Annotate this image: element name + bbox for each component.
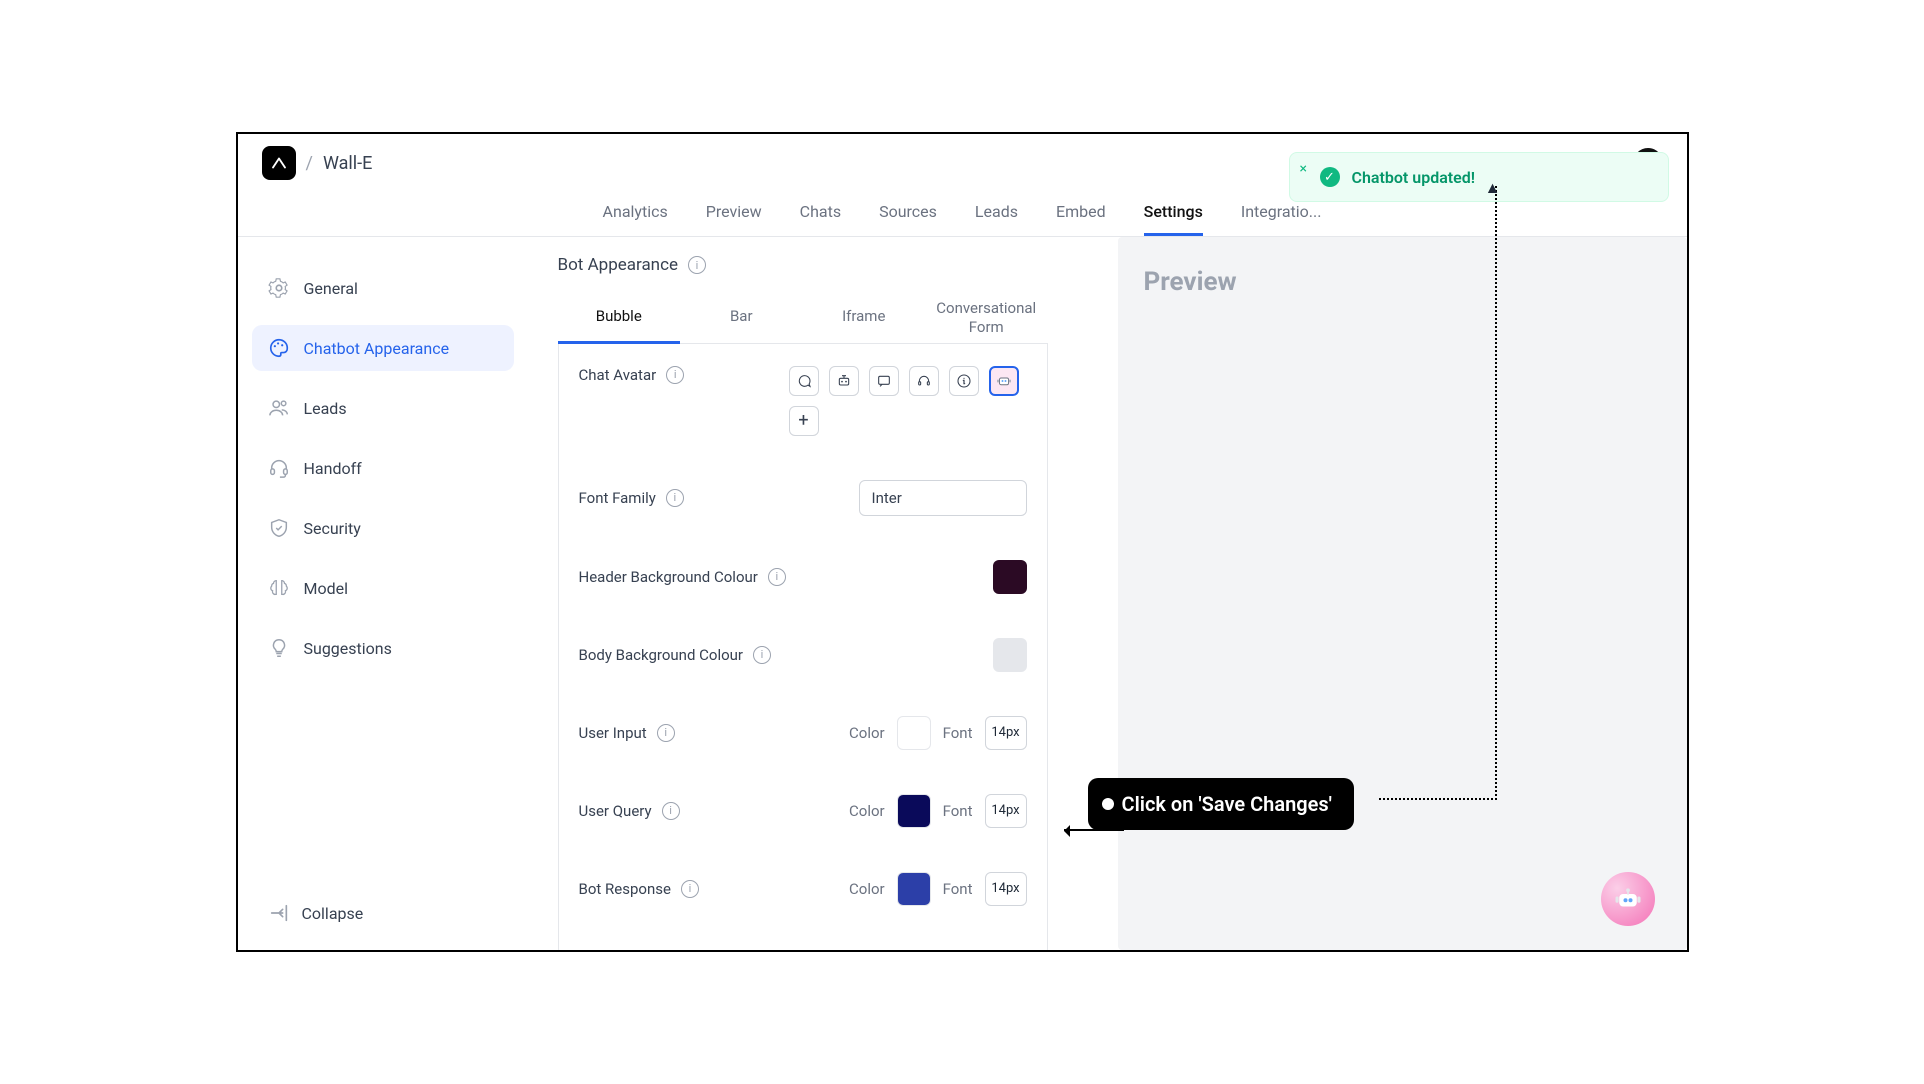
sidebar-collapse[interactable]: Collapse <box>252 890 514 936</box>
user-input-color-swatch[interactable] <box>897 716 931 750</box>
nav-analytics[interactable]: Analytics <box>603 202 668 236</box>
body-bg-swatch[interactable] <box>993 638 1027 672</box>
toast-success: × ✓ Chatbot updated! <box>1289 152 1669 202</box>
nav-settings[interactable]: Settings <box>1144 202 1203 236</box>
sidebar-item-label: Security <box>304 519 361 538</box>
settings-sidebar: General Chatbot Appearance Leads Handoff… <box>238 237 528 950</box>
sidebar-item-label: Leads <box>304 399 347 418</box>
dotted-connector <box>1495 186 1497 800</box>
nav-sources[interactable]: Sources <box>879 202 937 236</box>
arrow-up-icon: ▲ <box>1485 178 1501 198</box>
bot-response-font-select[interactable]: 14px <box>985 872 1027 906</box>
dotted-connector <box>1379 798 1497 800</box>
breadcrumb-sep: / <box>306 153 313 174</box>
label-chat-avatar: Chat Avatar <box>579 366 657 384</box>
subtab-conversational-form[interactable]: ConversationalForm <box>925 295 1048 343</box>
check-icon: ✓ <box>1320 167 1340 187</box>
sidebar-item-label: Handoff <box>304 459 362 478</box>
nav-embed[interactable]: Embed <box>1056 202 1106 236</box>
bot-name[interactable]: Wall-E <box>323 153 372 174</box>
label-bot-response: Bot Response <box>579 880 671 898</box>
toast-close-icon[interactable]: × <box>1300 161 1307 177</box>
preview-title: Preview <box>1144 267 1661 297</box>
info-icon[interactable]: i <box>657 724 675 742</box>
avatar-option-robot[interactable] <box>829 366 859 396</box>
sidebar-item-suggestions[interactable]: Suggestions <box>252 625 514 671</box>
sidebar-item-label: Chatbot Appearance <box>304 339 450 358</box>
label-font-family: Font Family <box>579 489 656 507</box>
users-icon <box>268 397 290 419</box>
info-icon[interactable]: i <box>666 366 684 384</box>
callout-text: Click on 'Save Changes' <box>1122 792 1332 816</box>
info-icon[interactable]: i <box>688 256 706 274</box>
sidebar-item-label: Suggestions <box>304 639 392 658</box>
section-title-text: Bot Appearance <box>558 255 679 275</box>
shield-icon <box>268 517 290 539</box>
preview-pane: Preview <box>1118 237 1687 950</box>
label-header-bg: Header Background Colour <box>579 568 758 586</box>
sidebar-item-security[interactable]: Security <box>252 505 514 551</box>
nav-integrations[interactable]: Integratio... <box>1241 202 1322 236</box>
sidebar-item-label: General <box>304 279 358 298</box>
info-icon[interactable]: i <box>753 646 771 664</box>
avatar-option-chat[interactable] <box>789 366 819 396</box>
label-color: Color <box>849 880 885 898</box>
avatar-option-square[interactable] <box>869 366 899 396</box>
chat-bubble-fab[interactable] <box>1601 872 1655 926</box>
sidebar-item-leads[interactable]: Leads <box>252 385 514 431</box>
toast-message: Chatbot updated! <box>1352 168 1476 187</box>
palette-icon <box>268 337 290 359</box>
label-color: Color <box>849 802 885 820</box>
appearance-panel: Chat Avatar i + <box>558 344 1048 953</box>
nav-leads[interactable]: Leads <box>975 202 1018 236</box>
gear-icon <box>268 277 290 299</box>
avatar-picker: + <box>789 366 1027 436</box>
subtab-bar[interactable]: Bar <box>680 295 803 343</box>
avatar-option-info[interactable] <box>949 366 979 396</box>
label-user-query: User Query <box>579 802 652 820</box>
subtab-iframe[interactable]: Iframe <box>803 295 926 343</box>
bot-response-color-swatch[interactable] <box>897 872 931 906</box>
appearance-subtabs: Bubble Bar Iframe ConversationalForm <box>558 295 1048 344</box>
lightbulb-icon <box>268 637 290 659</box>
label-font: Font <box>943 880 973 898</box>
label-body-bg: Body Background Colour <box>579 646 744 664</box>
collapse-icon <box>268 902 290 924</box>
headset-icon <box>268 457 290 479</box>
sidebar-item-appearance[interactable]: Chatbot Appearance <box>252 325 514 371</box>
font-family-select[interactable]: Inter <box>859 480 1027 516</box>
label-color: Color <box>849 724 885 742</box>
label-font: Font <box>943 724 973 742</box>
info-icon[interactable]: i <box>662 802 680 820</box>
avatar-option-custom[interactable] <box>989 366 1019 396</box>
info-icon[interactable]: i <box>768 568 786 586</box>
tutorial-callout: Click on 'Save Changes' <box>1088 778 1354 830</box>
info-icon[interactable]: i <box>666 489 684 507</box>
info-icon[interactable]: i <box>681 880 699 898</box>
header-bg-swatch[interactable] <box>993 560 1027 594</box>
section-title: Bot Appearance i <box>558 255 1088 275</box>
avatar-option-headset[interactable] <box>909 366 939 396</box>
settings-content: Bot Appearance i Bubble Bar Iframe Conve… <box>528 237 1088 950</box>
callout-arrowhead <box>1058 830 1128 832</box>
sidebar-item-label: Model <box>304 579 349 598</box>
sidebar-item-general[interactable]: General <box>252 265 514 311</box>
nav-preview[interactable]: Preview <box>706 202 762 236</box>
app-logo[interactable] <box>262 146 296 180</box>
avatar-add[interactable]: + <box>789 406 819 436</box>
user-input-font-select[interactable]: 14px <box>985 716 1027 750</box>
user-query-color-swatch[interactable] <box>897 794 931 828</box>
sidebar-item-model[interactable]: Model <box>252 565 514 611</box>
sidebar-item-handoff[interactable]: Handoff <box>252 445 514 491</box>
label-user-input: User Input <box>579 724 647 742</box>
nav-chats[interactable]: Chats <box>800 202 841 236</box>
brain-icon <box>268 577 290 599</box>
label-font: Font <box>943 802 973 820</box>
subtab-bubble[interactable]: Bubble <box>558 295 681 344</box>
collapse-label: Collapse <box>302 904 364 923</box>
user-query-font-select[interactable]: 14px <box>985 794 1027 828</box>
